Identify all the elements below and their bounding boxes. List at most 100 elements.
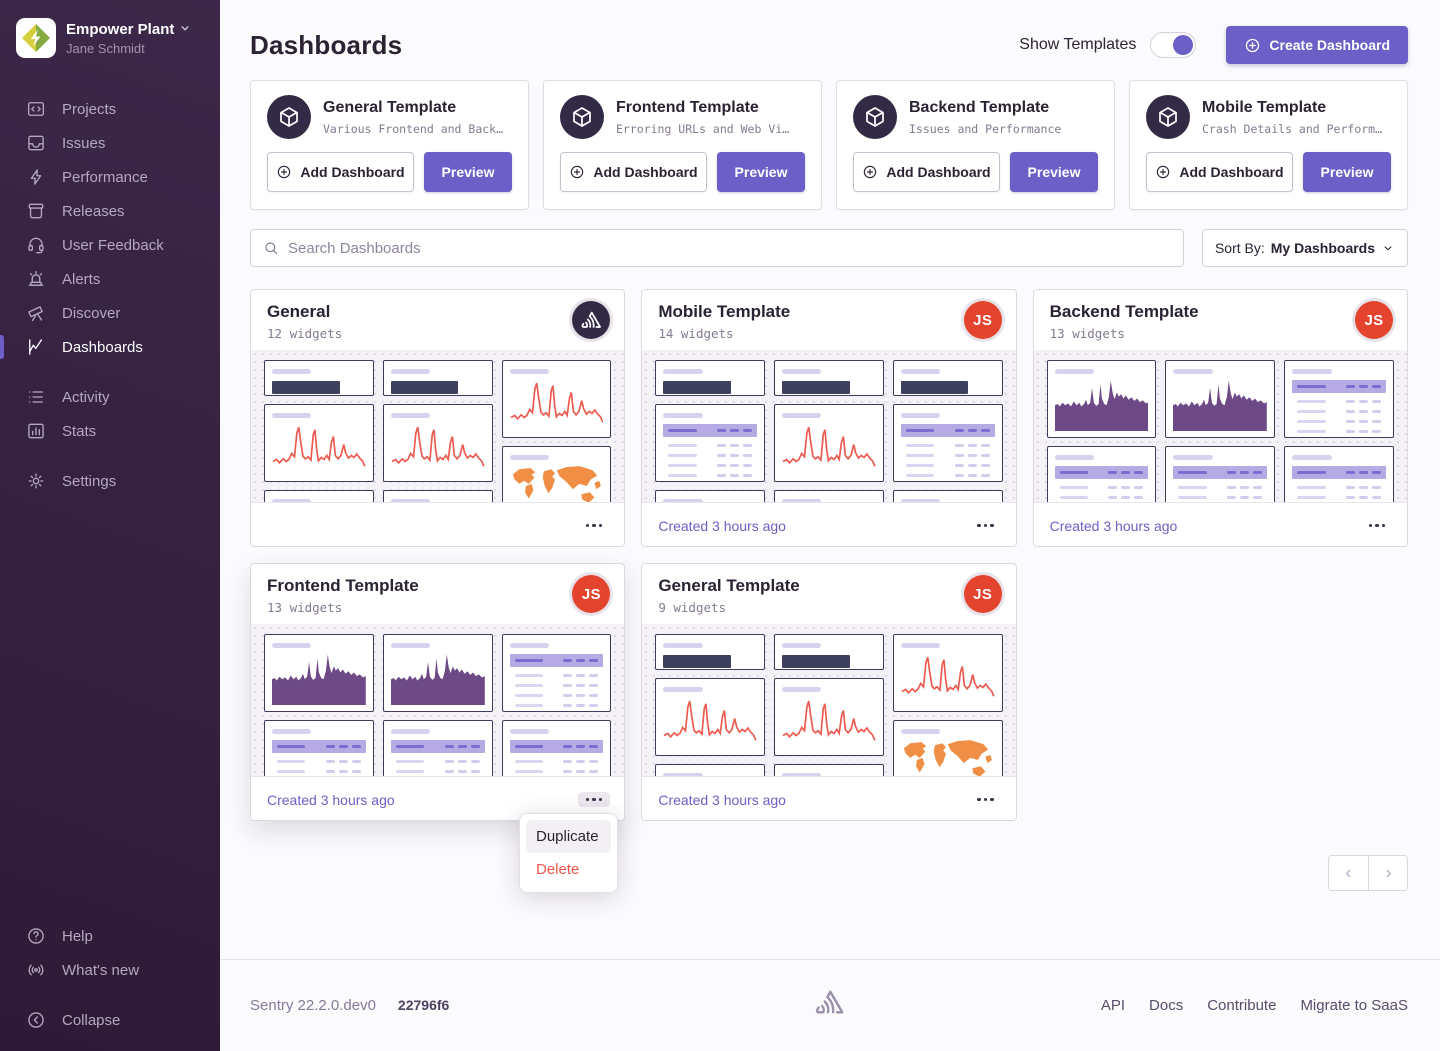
sidebar-item-label: Help bbox=[62, 928, 93, 945]
sidebar-item-help[interactable]: Help bbox=[0, 919, 220, 953]
template-card-backend-template: Backend Template Issues and Performance Ad… bbox=[836, 80, 1115, 210]
template-cube-icon bbox=[560, 95, 604, 139]
card-options-button[interactable] bbox=[969, 792, 1002, 808]
sidebar-item-projects[interactable]: Projects bbox=[0, 92, 220, 126]
dashboard-title[interactable]: Frontend Template bbox=[267, 576, 608, 596]
user-avatar: JS bbox=[1355, 301, 1393, 339]
app-root: Empower Plant Jane Schmidt Projects Issue… bbox=[0, 0, 1440, 1051]
widget-count: 13 widgets bbox=[267, 600, 608, 615]
sidebar-item-label: Discover bbox=[62, 305, 120, 322]
template-cube-icon bbox=[853, 95, 897, 139]
sidebar-item-label: Stats bbox=[62, 423, 96, 440]
sidebar-item-dashboards[interactable]: Dashboards bbox=[0, 330, 220, 364]
dashboard-preview[interactable] bbox=[642, 350, 1015, 502]
add-dashboard-button[interactable]: Add Dashboard bbox=[560, 152, 707, 192]
template-card-frontend-template: Frontend TemplateErroring URLs and Web V… bbox=[543, 80, 822, 210]
dashboard-preview[interactable] bbox=[642, 624, 1015, 776]
sidebar-item-performance[interactable]: Performance bbox=[0, 160, 220, 194]
widget-table bbox=[502, 720, 612, 776]
card-options-button[interactable] bbox=[578, 518, 611, 534]
activity-icon bbox=[26, 387, 46, 407]
chevron-right-icon bbox=[1381, 866, 1396, 881]
user-avatar: JS bbox=[964, 301, 1002, 339]
performance-icon bbox=[26, 167, 46, 187]
dashboard-title[interactable]: Mobile Template bbox=[658, 302, 999, 322]
widget-table bbox=[1284, 360, 1394, 438]
add-dashboard-button[interactable]: Add Dashboard bbox=[853, 152, 1000, 192]
org-switcher[interactable]: Empower Plant Jane Schmidt bbox=[0, 0, 220, 72]
card-options-button[interactable] bbox=[969, 518, 1002, 534]
create-dashboard-button[interactable]: Create Dashboard bbox=[1226, 26, 1408, 64]
widget-count: 13 widgets bbox=[1050, 326, 1391, 341]
preview-button[interactable]: Preview bbox=[424, 152, 512, 192]
dashboard-title[interactable]: Backend Template bbox=[1050, 302, 1391, 322]
dashboard-title[interactable]: General bbox=[267, 302, 608, 322]
preview-button[interactable]: Preview bbox=[717, 152, 805, 192]
context-menu: DuplicateDelete bbox=[519, 813, 618, 893]
sidebar-item-stats[interactable]: Stats bbox=[0, 414, 220, 448]
sidebar-item-releases[interactable]: Releases bbox=[0, 194, 220, 228]
dashboard-title[interactable]: General Template bbox=[658, 576, 999, 596]
issues-icon bbox=[26, 133, 46, 153]
template-row: General TemplateVarious Frontend and Bac… bbox=[250, 80, 1408, 210]
widget-line bbox=[774, 678, 884, 756]
footer-links: API Docs Contribute Migrate to SaaS bbox=[1101, 997, 1408, 1014]
preview-button[interactable]: Preview bbox=[1010, 152, 1098, 192]
chevron-left-icon bbox=[1341, 866, 1356, 881]
template-description: Issues and Performance bbox=[909, 122, 1061, 136]
sidebar-item-settings[interactable]: Settings bbox=[0, 464, 220, 498]
sort-by-dropdown[interactable]: Sort By: My Dashboards bbox=[1202, 229, 1408, 267]
widget-table bbox=[655, 764, 765, 776]
plus-circle-icon bbox=[1244, 37, 1261, 54]
template-title: Backend Template bbox=[909, 99, 1061, 117]
sidebar-item-issues[interactable]: Issues bbox=[0, 126, 220, 160]
show-templates-toggle[interactable] bbox=[1150, 32, 1196, 58]
dashboard-card-frontend-template: Frontend Template13 widgetsJSCreated 3 h… bbox=[250, 563, 625, 821]
widget-table bbox=[1165, 446, 1275, 502]
sidebar-item-discover[interactable]: Discover bbox=[0, 296, 220, 330]
footer-link-api[interactable]: API bbox=[1101, 997, 1125, 1014]
whats-new-icon bbox=[26, 960, 46, 980]
sidebar-item-user-feedback[interactable]: User Feedback bbox=[0, 228, 220, 262]
widget-area bbox=[1047, 360, 1157, 438]
sidebar-item-activity[interactable]: Activity bbox=[0, 380, 220, 414]
footer-link-contribute[interactable]: Contribute bbox=[1207, 997, 1276, 1014]
card-options-button[interactable] bbox=[1361, 518, 1394, 534]
create-dashboard-label: Create Dashboard bbox=[1269, 37, 1390, 53]
sidebar-item-alerts[interactable]: Alerts bbox=[0, 262, 220, 296]
widget-count: 14 widgets bbox=[658, 326, 999, 341]
footer-link-docs[interactable]: Docs bbox=[1149, 997, 1183, 1014]
sidebar-nav: Projects Issues Performance ReleasesUser Fe… bbox=[0, 92, 220, 919]
build-hash: 22796f6 bbox=[398, 997, 449, 1013]
sidebar-item-label: Issues bbox=[62, 135, 105, 152]
widget-count: 12 widgets bbox=[267, 326, 608, 341]
sidebar-item-what-s-new[interactable]: What's new bbox=[0, 953, 220, 987]
footer-link-migrate-to-saas[interactable]: Migrate to SaaS bbox=[1300, 997, 1408, 1014]
search-dashboards-field[interactable] bbox=[250, 229, 1184, 267]
sidebar-item-label: Performance bbox=[62, 169, 148, 186]
preview-button[interactable]: Preview bbox=[1303, 152, 1391, 192]
menu-item-delete[interactable]: Delete bbox=[526, 853, 611, 886]
search-input[interactable] bbox=[288, 240, 1171, 257]
template-cube-icon bbox=[267, 95, 311, 139]
page-footer: Sentry 22.2.0.dev0 22796f6 APIDocsContri… bbox=[220, 959, 1440, 1051]
previous-page-button[interactable] bbox=[1329, 856, 1368, 890]
settings-icon bbox=[26, 471, 46, 491]
menu-item-duplicate[interactable]: Duplicate bbox=[526, 820, 611, 853]
sidebar-item-collapse[interactable]: Collapse bbox=[0, 1003, 220, 1037]
sidebar-item-label: Projects bbox=[62, 101, 116, 118]
sentry-logo-icon bbox=[815, 988, 845, 1023]
widget-bignum bbox=[774, 360, 884, 396]
card-options-button[interactable] bbox=[578, 792, 611, 808]
add-dashboard-button[interactable]: Add Dashboard bbox=[1146, 152, 1293, 192]
created-timestamp: Created 3 hours ago bbox=[658, 518, 786, 534]
dashboard-preview[interactable] bbox=[251, 350, 624, 502]
dashboard-preview[interactable] bbox=[1034, 350, 1407, 502]
main-panel: Dashboards Show Templates Create Dashboa… bbox=[220, 0, 1440, 1051]
template-description: Various Frontend and Back… bbox=[323, 122, 503, 136]
widget-bignum bbox=[383, 360, 493, 396]
next-page-button[interactable] bbox=[1368, 856, 1407, 890]
dashboard-preview[interactable] bbox=[251, 624, 624, 776]
template-title: Mobile Template bbox=[1202, 99, 1382, 117]
add-dashboard-button[interactable]: Add Dashboard bbox=[267, 152, 414, 192]
